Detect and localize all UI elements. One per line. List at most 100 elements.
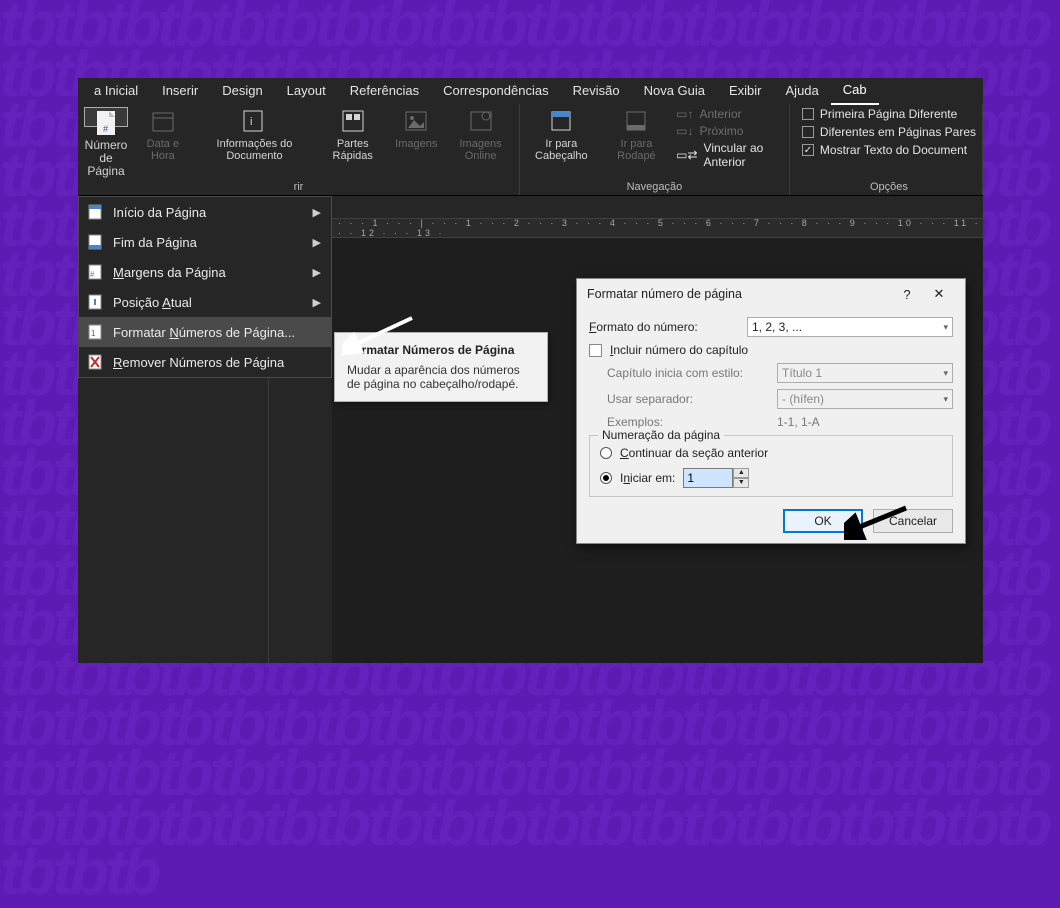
numbering-legend: Numeração da página <box>598 428 724 442</box>
separator-select: - (hífen) ▾ <box>777 389 953 409</box>
page-number-label: Número de Página <box>85 139 128 179</box>
include-chapter-label: Incluir número do capítulo <box>610 343 748 357</box>
page-number-button[interactable]: # Número de Página <box>84 107 128 127</box>
info-icon: i <box>240 107 268 135</box>
page-bottom-icon <box>87 234 103 250</box>
goto-header-label: Ir para Cabeçalho <box>526 138 597 162</box>
chevron-down-icon: ▾ <box>943 368 948 379</box>
tab-home[interactable]: a Inicial <box>82 78 150 104</box>
doc-info-label: Informações do Documento <box>198 138 311 162</box>
ribbon-tabs: a Inicial Inserir Design Layout Referênc… <box>78 78 983 104</box>
close-button[interactable]: ✕ <box>923 286 955 302</box>
number-format-select[interactable]: 1, 2, 3, ... ▾ <box>747 317 953 337</box>
checkbox-icon <box>802 108 814 120</box>
goto-header-icon <box>547 107 575 135</box>
include-chapter-checkbox[interactable] <box>589 344 602 357</box>
date-time-button: Data e Hora <box>138 107 188 162</box>
link-icon: ▭⇄ <box>676 148 697 162</box>
page-number-menu: Início da Página ▶ Fim da Página ▶ # Mar… <box>78 196 332 378</box>
goto-header-button[interactable]: Ir para Cabeçalho <box>526 107 597 162</box>
horizontal-ruler[interactable]: · · · 1 · · · | · · · 1 · · · 2 · · · 3 … <box>332 218 983 238</box>
spin-down-icon[interactable]: ▼ <box>733 478 749 488</box>
annotation-arrow-black <box>844 502 914 540</box>
tab-review[interactable]: Revisão <box>561 78 632 104</box>
annotation-arrow-white <box>342 312 420 356</box>
tab-view[interactable]: Exibir <box>717 78 774 104</box>
chevron-right-icon: ▶ <box>313 206 321 219</box>
start-at-spinner[interactable]: ▲▼ <box>683 468 749 488</box>
tab-design[interactable]: Design <box>210 78 274 104</box>
link-previous[interactable]: ▭⇄Vincular ao Anterior <box>676 141 783 169</box>
cursor-position-icon <box>87 294 103 310</box>
images-label: Imagens <box>395 138 437 150</box>
quick-parts-label: Partes Rápidas <box>321 138 384 162</box>
separator-label: Usar separador: <box>607 392 769 406</box>
opt-diff-first[interactable]: Primeira Página Diferente <box>802 107 957 121</box>
tab-help[interactable]: Ajuda <box>774 78 831 104</box>
word-app-window: a Inicial Inserir Design Layout Referênc… <box>78 78 983 663</box>
chevron-down-icon: ▾ <box>943 322 948 333</box>
nav-next: ▭↓Próximo <box>676 124 783 138</box>
online-images-button: Imagens Online <box>448 107 513 162</box>
online-image-icon <box>467 107 495 135</box>
group-nav-label: Navegação <box>627 181 683 193</box>
chapter-style-label: Capítulo inicia com estilo: <box>607 366 769 380</box>
online-images-label: Imagens Online <box>448 138 513 162</box>
next-icon: ▭↓ <box>676 124 693 138</box>
goto-footer-icon <box>622 107 650 135</box>
images-button: Imagens <box>394 107 438 150</box>
checkbox-icon <box>802 126 814 138</box>
chevron-right-icon: ▶ <box>313 296 321 309</box>
page-margins-icon: # <box>87 264 103 280</box>
tab-mailings[interactable]: Correspondências <box>431 78 561 104</box>
tooltip-description: Mudar a aparência dos números de página … <box>347 363 535 391</box>
dialog-title: Formatar número de página <box>587 287 742 301</box>
doc-info-button[interactable]: i Informações do Documento <box>198 107 311 162</box>
menu-top-of-page[interactable]: Início da Página ▶ <box>79 197 331 227</box>
start-at-input[interactable] <box>683 468 733 488</box>
page-numbering-group: Numeração da página Continuar da seção a… <box>589 435 953 497</box>
date-time-label: Data e Hora <box>138 138 188 162</box>
group-options-label: Opções <box>870 181 908 193</box>
page-icon: # <box>92 110 120 136</box>
menu-current-position[interactable]: Posição Atual ▶ <box>79 287 331 317</box>
chevron-down-icon: ▾ <box>943 394 948 405</box>
remove-number-icon <box>87 354 103 370</box>
checkbox-checked-icon: ✓ <box>802 144 814 156</box>
start-at-label: Iniciar em: <box>620 471 675 485</box>
chapter-style-select: Título 1 ▾ <box>777 363 953 383</box>
menu-remove-page-numbers[interactable]: Remover Números de Página <box>79 347 331 377</box>
start-at-radio[interactable] <box>600 472 612 484</box>
svg-text:i: i <box>250 116 252 128</box>
goto-footer-button: Ir para Rodapé <box>607 107 666 162</box>
goto-footer-label: Ir para Rodapé <box>607 138 666 162</box>
quick-parts-button[interactable]: Partes Rápidas <box>321 107 384 162</box>
format-label: Formato do número: <box>589 320 739 334</box>
tab-references[interactable]: Referências <box>338 78 431 104</box>
examples-value: 1-1, 1-A <box>777 415 820 429</box>
continue-radio[interactable] <box>600 447 612 459</box>
tab-header-footer-tools[interactable]: Cab <box>831 78 879 105</box>
examples-label: Exemplos: <box>607 415 769 429</box>
chevron-right-icon: ▶ <box>313 236 321 249</box>
menu-bottom-of-page[interactable]: Fim da Página ▶ <box>79 227 331 257</box>
svg-text:#: # <box>103 124 108 134</box>
help-button[interactable]: ? <box>891 287 923 302</box>
svg-text:1: 1 <box>91 329 96 338</box>
chevron-right-icon: ▶ <box>313 266 321 279</box>
menu-format-page-numbers[interactable]: 1 Formatar Números de Página... <box>79 317 331 347</box>
tab-insert[interactable]: Inserir <box>150 78 210 104</box>
continue-label: Continuar da seção anterior <box>620 446 768 460</box>
image-icon <box>402 107 430 135</box>
tab-new[interactable]: Nova Guia <box>632 78 717 104</box>
opt-diff-odd-even[interactable]: Diferentes em Páginas Pares <box>802 125 976 139</box>
page-top-icon <box>87 204 103 220</box>
ribbon: # Número de Página Data e Hora i Informa… <box>78 104 983 196</box>
tab-layout[interactable]: Layout <box>275 78 338 104</box>
opt-show-doc-text[interactable]: ✓Mostrar Texto do Document <box>802 143 967 157</box>
group-insert-label: rir <box>294 181 304 193</box>
spin-up-icon[interactable]: ▲ <box>733 468 749 478</box>
nav-previous: ▭↑Anterior <box>676 107 783 121</box>
dialog-titlebar[interactable]: Formatar número de página ? ✕ <box>577 279 965 309</box>
menu-page-margins[interactable]: # Margens da Página ▶ <box>79 257 331 287</box>
